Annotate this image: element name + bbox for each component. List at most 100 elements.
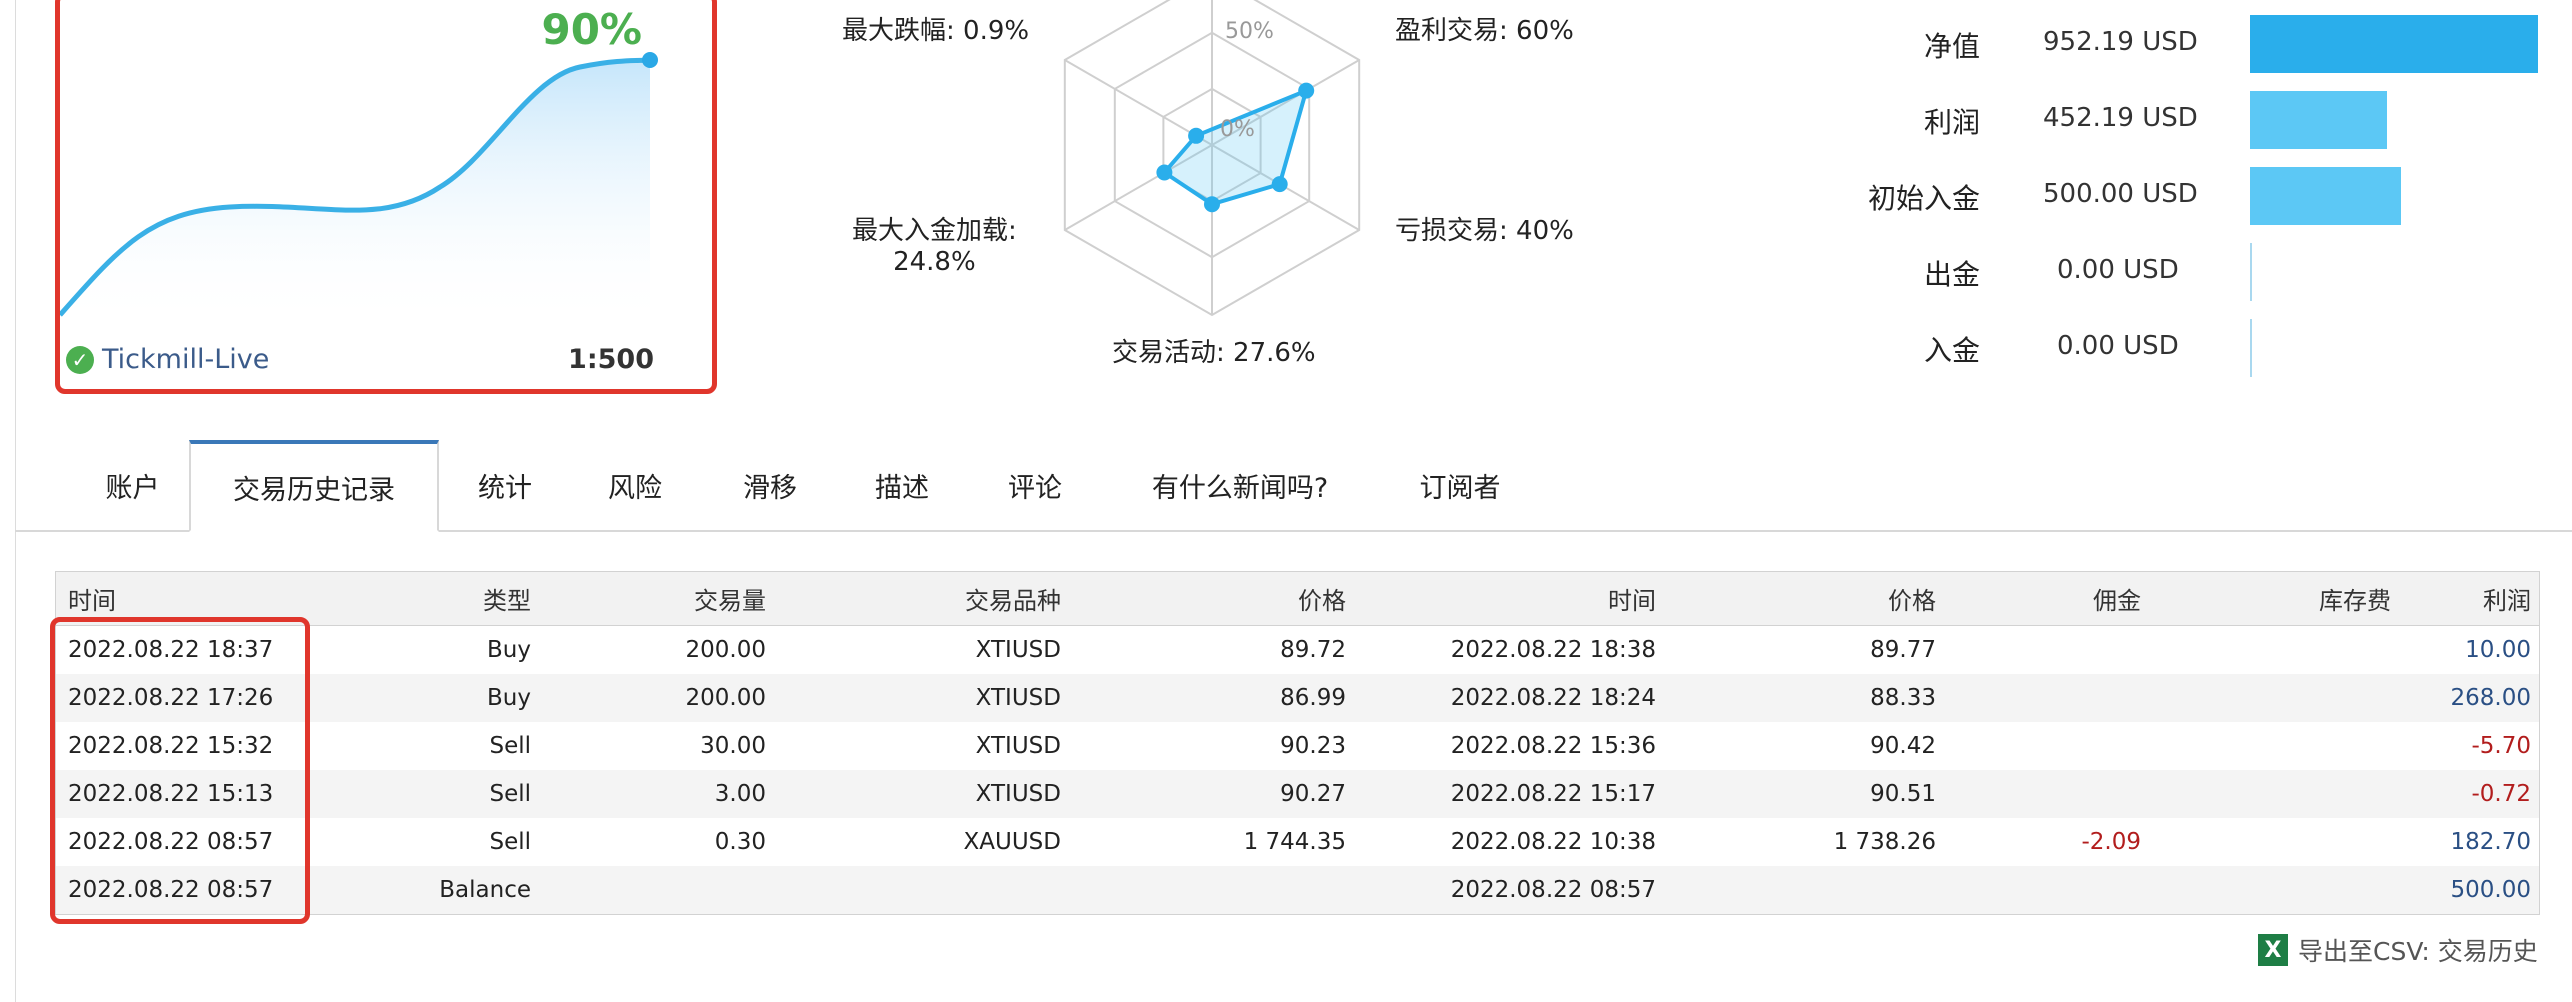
table-cell: 0.30 xyxy=(714,829,766,855)
tab-statistics[interactable]: 统计 xyxy=(445,440,565,530)
time-column-highlight xyxy=(50,617,310,924)
growth-percentage: 90% xyxy=(541,5,642,54)
radar-point xyxy=(1188,127,1205,144)
summary-bar xyxy=(2250,91,2387,149)
table-cell: Buy xyxy=(487,685,531,711)
table-cell: 3.00 xyxy=(714,781,766,807)
table-cell: 1 744.35 xyxy=(1243,829,1346,855)
table-cell: 200.00 xyxy=(685,685,766,711)
table-row: 2022.08.22 18:37 Buy 200.00 XTIUSD 89.72 2022… xyxy=(56,626,2539,674)
summary-bar xyxy=(2250,15,2538,73)
radar-chart: 50% 0% xyxy=(1063,0,1361,317)
table-body: 2022.08.22 18:37 Buy 200.00 XTIUSD 89.72 2022… xyxy=(56,626,2539,914)
table-cell: 2022.08.22 18:24 xyxy=(1450,685,1656,711)
table-cell: Buy xyxy=(487,637,531,663)
radar-label-max-deposit-load: 最大入金加载: 24.8% xyxy=(852,210,1017,277)
growth-end-point xyxy=(642,52,658,68)
summary-label: 利润 xyxy=(1923,106,1980,139)
table-cell xyxy=(2146,674,2391,722)
table-cell: Sell xyxy=(489,733,531,759)
table-header: 时间 类型 交易量 交易品种 价格 时间 价格 佣金 库存费 利润 xyxy=(56,572,2539,626)
radar-label-profit-trades: 盈利交易: 60% xyxy=(1395,16,1574,46)
table-cell: -2.09 xyxy=(2081,829,2141,855)
column-header[interactable]: 价格 xyxy=(1066,572,1346,625)
table-cell: 10.00 xyxy=(2465,637,2531,663)
table-cell: 2022.08.22 15:17 xyxy=(1450,781,1656,807)
table-cell: 268.00 xyxy=(2450,685,2531,711)
tab-bar: 账户 交易历史记录 统计 风险 滑移 描述 评论 有什么新闻吗? 订阅者 xyxy=(15,440,2572,532)
table-cell: 90.27 xyxy=(1280,781,1346,807)
growth-area xyxy=(60,60,650,327)
table-cell xyxy=(2146,866,2391,914)
tab-news[interactable]: 有什么新闻吗? xyxy=(1115,440,1365,530)
column-header[interactable]: 利润 xyxy=(2396,572,2531,625)
radar-point xyxy=(1271,176,1288,193)
table-cell xyxy=(1941,626,2141,674)
table-row: 2022.08.22 08:57 Balance 2022.08.22 08:57 5… xyxy=(56,866,2539,914)
summary-bar xyxy=(2250,243,2252,301)
column-header[interactable]: 交易量 xyxy=(536,572,766,625)
table-cell: 2022.08.22 15:36 xyxy=(1450,733,1656,759)
table-cell xyxy=(2146,818,2391,866)
radar-label-loss-trades: 亏损交易: 40% xyxy=(1395,216,1574,246)
account-info[interactable]: ✓ Tickmill-Live xyxy=(66,344,269,375)
radar-point xyxy=(1156,164,1173,181)
export-csv-label[interactable]: 导出至CSV: 交易历史 xyxy=(2298,932,2538,968)
column-header[interactable]: 价格 xyxy=(1661,572,1936,625)
table-cell: 1 738.26 xyxy=(1833,829,1936,855)
tab-risk[interactable]: 风险 xyxy=(575,440,695,530)
table-cell xyxy=(1661,866,1936,914)
table-cell: XTIUSD xyxy=(975,685,1061,711)
radar-ring-label-0: 0% xyxy=(1220,117,1255,142)
table-cell: Balance xyxy=(439,877,531,903)
trade-history-table: 时间 类型 交易量 交易品种 价格 时间 价格 佣金 库存费 利润 2022.08.22 18:3… xyxy=(55,571,2540,915)
table-cell: XTIUSD xyxy=(975,781,1061,807)
tab-trade-history[interactable]: 交易历史记录 xyxy=(189,440,439,532)
table-cell: 86.99 xyxy=(1280,685,1346,711)
table-cell: 89.72 xyxy=(1280,637,1346,663)
tab-reviews[interactable]: 评论 xyxy=(975,440,1095,530)
radar-point xyxy=(1204,196,1220,213)
tab-subscribers[interactable]: 订阅者 xyxy=(1385,440,1535,530)
radar-ring-label-50: 50% xyxy=(1225,19,1274,44)
table-cell: 2022.08.22 10:38 xyxy=(1450,829,1656,855)
table-row: 2022.08.22 15:13 Sell 3.00 XTIUSD 90.27 2022.… xyxy=(56,770,2539,818)
table-cell: 200.00 xyxy=(685,637,766,663)
table-cell: 182.70 xyxy=(2450,829,2531,855)
column-header[interactable]: 时间 xyxy=(1356,572,1656,625)
column-header[interactable]: 库存费 xyxy=(2146,572,2391,625)
radar-label-max-drawdown: 最大跌幅: 0.9% xyxy=(842,16,1030,46)
growth-card[interactable]: 90% ✓ Tickmill-Live 1:500 xyxy=(55,0,717,394)
tab-account[interactable]: 账户 xyxy=(70,440,195,530)
table-row: 2022.08.22 15:32 Sell 30.00 XTIUSD 90.23 2022… xyxy=(56,722,2539,770)
tab-description[interactable]: 描述 xyxy=(842,440,962,530)
summary-label: 净值 xyxy=(1923,30,1980,63)
table-cell: Sell xyxy=(489,781,531,807)
radar-label-trading-activity: 交易活动: 27.6% xyxy=(1112,338,1316,368)
table-cell xyxy=(1941,770,2141,818)
table-cell xyxy=(1941,722,2141,770)
column-header[interactable]: 交易品种 xyxy=(771,572,1061,625)
table-cell: 30.00 xyxy=(700,733,766,759)
account-name[interactable]: Tickmill-Live xyxy=(102,344,269,375)
check-icon: ✓ xyxy=(66,345,94,374)
table-cell: 2022.08.22 18:38 xyxy=(1450,637,1656,663)
table-cell: 88.33 xyxy=(1870,685,1936,711)
summary-label: 初始入金 xyxy=(1867,182,1980,215)
excel-icon: X xyxy=(2258,934,2288,966)
table-row: 2022.08.22 08:57 Sell 0.30 XAUUSD 1 744.35 20… xyxy=(56,818,2539,866)
summary-label: 入金 xyxy=(1923,334,1980,367)
table-cell xyxy=(2146,770,2391,818)
column-header[interactable]: 佣金 xyxy=(1941,572,2141,625)
radar-label-max-deposit-load-line1: 最大入金加载: xyxy=(852,216,1017,246)
table-cell: XAUUSD xyxy=(963,829,1061,855)
summary-value: 0.00 USD xyxy=(2057,255,2179,285)
summary-value: 0.00 USD xyxy=(2057,331,2179,361)
table-row: 2022.08.22 17:26 Buy 200.00 XTIUSD 86.99 2022… xyxy=(56,674,2539,722)
export-csv-link[interactable]: X 导出至CSV: 交易历史 xyxy=(2258,932,2538,968)
table-cell xyxy=(2146,722,2391,770)
column-header[interactable]: 类型 xyxy=(356,572,531,625)
table-cell: 2022.08.22 08:57 xyxy=(1450,877,1656,903)
tab-slippage[interactable]: 滑移 xyxy=(710,440,830,530)
table-cell: XTIUSD xyxy=(975,733,1061,759)
